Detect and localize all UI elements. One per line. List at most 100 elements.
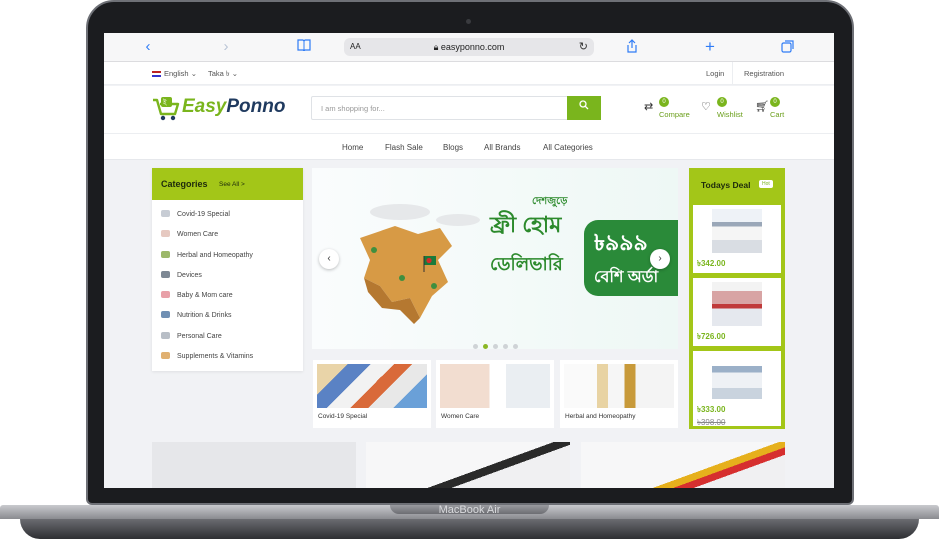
currency-selector[interactable]: Taka ৳ ⌄ [208, 69, 238, 81]
divider [732, 62, 733, 85]
chevron-right-icon[interactable]: › [220, 39, 232, 55]
plus-icon[interactable]: + [702, 38, 718, 55]
nav-blogs[interactable]: Blogs [443, 143, 463, 152]
slider-next-button[interactable]: › [650, 249, 670, 269]
cart-label: Cart [770, 110, 785, 119]
category-tile[interactable]: Women Care [436, 360, 554, 428]
product-price: ৳726.00 [697, 332, 726, 341]
herb-icon [161, 251, 170, 258]
cart-count: 0 [770, 97, 780, 107]
share-icon[interactable] [624, 39, 640, 55]
banner-headline: দেশজুড়ে ফ্রী হোম [490, 196, 568, 237]
category-tile[interactable]: Herbal and Homeopathy [560, 360, 678, 428]
slider-dot[interactable] [513, 344, 518, 349]
tile-label: Women Care [441, 413, 480, 420]
deal-product-card[interactable]: ৳342.00 [693, 205, 781, 273]
nav-all-categories[interactable]: All Categories [543, 143, 593, 152]
laptop-frame: ‹ › AA 🔒︎ easyponno.com ↻ + English ⌄ Ta… [0, 0, 939, 539]
device-label: MacBook Air [438, 504, 501, 516]
compare-count: 0 [659, 97, 669, 107]
pills-image [317, 364, 427, 408]
compare-icon: ⇄ [644, 101, 654, 113]
cart-logo-icon[interactable]: ই [151, 94, 181, 121]
category-item[interactable]: Herbal and Homeopathy [161, 251, 253, 259]
lock-icon: 🔒︎ [433, 42, 441, 52]
device-icon [161, 271, 170, 278]
hot-badge: Hot [759, 180, 773, 188]
nav-all-brands[interactable]: All Brands [484, 143, 520, 152]
reload-icon[interactable]: ↻ [579, 40, 588, 53]
categories-header: Categories See All > [152, 168, 303, 200]
slider-dot[interactable] [473, 344, 478, 349]
todays-deal-title: Todays Deal [701, 180, 751, 190]
chevron-left-icon[interactable]: ‹ [142, 39, 154, 55]
category-item[interactable]: Devices [161, 271, 202, 279]
categories-title: Categories [161, 179, 208, 189]
women-care-image [440, 364, 550, 408]
cart-icon: 🛒︎ [755, 101, 769, 113]
hero-slider[interactable]: দেশজুড়ে ফ্রী হোম ডেলিভারি ৳৯৯৯ বেশি অর্ড… [312, 168, 678, 349]
wishlist-label: Wishlist [717, 110, 743, 119]
category-item[interactable]: Personal Care [161, 332, 222, 340]
main-nav: Home Flash Sale Blogs All Brands All Cat… [104, 133, 834, 160]
category-tile[interactable]: Covid-19 Special [313, 360, 431, 428]
nav-home[interactable]: Home [342, 143, 363, 152]
top-strip: English ⌄ Taka ৳ ⌄ Login Registration [104, 62, 834, 85]
heart-icon: ♡ [701, 101, 711, 113]
todays-deal-panel: Todays Deal Hot ৳342.00 ৳726.00 ৳333.00 … [689, 168, 785, 429]
address-bar[interactable]: AA 🔒︎ easyponno.com ↻ [344, 38, 594, 56]
deal-product-card[interactable]: ৳726.00 [693, 278, 781, 346]
product-old-price: ৳398.00 [697, 418, 726, 427]
slider-dot[interactable] [493, 344, 498, 349]
browser-toolbar: ‹ › AA 🔒︎ easyponno.com ↻ + [104, 33, 834, 62]
slider-prev-button[interactable]: ‹ [319, 249, 339, 269]
flag-icon [152, 71, 161, 77]
promo-banner[interactable] [366, 442, 570, 488]
wishlist-count: 0 [717, 97, 727, 107]
see-all-link[interactable]: See All > [219, 181, 245, 188]
search-icon [579, 100, 589, 110]
product-price: ৳333.00 [697, 405, 726, 414]
heart-hands-icon [161, 291, 170, 298]
category-item[interactable]: Women Care [161, 230, 218, 238]
language-selector[interactable]: English ⌄ [152, 69, 197, 78]
site-logo[interactable]: EasyPonno [182, 96, 285, 118]
search-button[interactable] [567, 96, 601, 120]
mask-icon [161, 210, 170, 217]
login-link[interactable]: Login [706, 69, 724, 78]
woman-icon [161, 230, 170, 237]
search-box: I am shopping for... [311, 96, 601, 120]
category-item[interactable]: Covid-19 Special [161, 210, 230, 218]
category-item[interactable]: Supplements & Vitamins [161, 352, 253, 360]
slider-dot[interactable] [503, 344, 508, 349]
product-image [712, 355, 762, 399]
categories-panel: Categories See All > Covid-19 Special Wo… [152, 168, 303, 371]
pills-icon [161, 352, 170, 359]
tabs-icon[interactable] [780, 39, 796, 55]
slider-dot[interactable] [483, 344, 488, 349]
nav-flash-sale[interactable]: Flash Sale [385, 143, 423, 152]
category-item[interactable]: Baby & Mom care [161, 291, 233, 299]
compare-label: Compare [659, 110, 690, 119]
category-item[interactable]: Nutrition & Drinks [161, 311, 231, 319]
svg-text:ই: ই [162, 99, 167, 107]
product-price: ৳342.00 [697, 259, 726, 268]
bangladesh-map-illustration [360, 204, 480, 324]
book-icon[interactable] [296, 39, 312, 55]
url-text: easyponno.com [440, 42, 505, 52]
promo-banner[interactable] [581, 442, 785, 488]
herbal-image [564, 364, 674, 408]
personal-care-icon [161, 332, 170, 339]
product-image [712, 209, 762, 253]
tile-label: Herbal and Homeopathy [565, 413, 636, 420]
browser-screen: ‹ › AA 🔒︎ easyponno.com ↻ + English ⌄ Ta… [104, 33, 834, 488]
promo-banner[interactable] [152, 442, 356, 488]
site-header: ই EasyPonno I am shopping for... ⇄ 0 Com… [104, 86, 834, 133]
search-input[interactable]: I am shopping for... [321, 104, 385, 113]
registration-link[interactable]: Registration [744, 69, 784, 78]
slider-dots [473, 336, 523, 349]
banner-subline: ডেলিভারি [490, 254, 563, 274]
camera-icon [466, 19, 471, 24]
deal-product-card[interactable]: ৳333.00 ৳398.00 [693, 351, 781, 427]
tile-label: Covid-19 Special [318, 413, 368, 420]
